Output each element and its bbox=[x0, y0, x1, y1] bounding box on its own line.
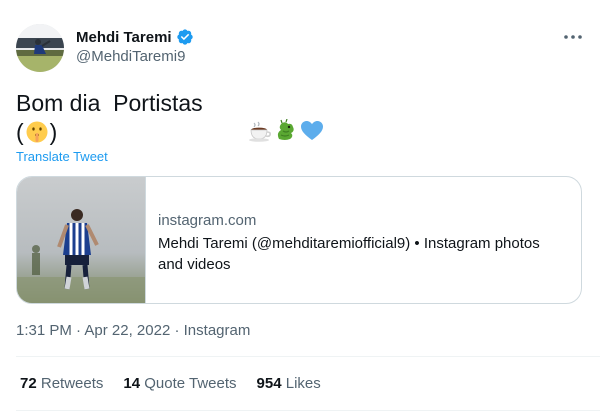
tweet: Mehdi Taremi @MehdiTaremi9 Bom dia Porti… bbox=[0, 0, 616, 413]
author-name-row: Mehdi Taremi bbox=[76, 28, 194, 46]
quote-tweets-count: 14 bbox=[123, 375, 141, 392]
tweet-meta: 1:31 PM · Apr 22, 2022 · Instagram bbox=[16, 322, 250, 339]
tweet-text: Bom dia Portistas bbox=[16, 90, 210, 116]
card-thumbnail bbox=[17, 177, 146, 303]
card-domain: instagram.com bbox=[158, 212, 257, 229]
tweet-source[interactable]: Instagram bbox=[184, 322, 251, 339]
paren-open: ( bbox=[16, 119, 24, 145]
quote-tweets-label: Quote Tweets bbox=[144, 375, 237, 392]
verified-badge-icon bbox=[176, 28, 194, 46]
player-photo-image bbox=[17, 177, 145, 303]
more-options-icon[interactable] bbox=[558, 26, 588, 48]
paren-close: ) bbox=[49, 119, 58, 145]
tweet-stats: 72 Retweets 14 Quote Tweets 954 Likes bbox=[20, 375, 341, 392]
dragon-emoji-icon bbox=[236, 91, 295, 140]
avatar-image bbox=[16, 24, 64, 72]
likes-label: Likes bbox=[285, 375, 321, 392]
divider bbox=[16, 410, 600, 411]
retweets-stat[interactable]: 72 Retweets bbox=[20, 375, 103, 392]
meta-separator: · bbox=[71, 322, 85, 339]
tweet-text-line-2: ( ) bbox=[16, 118, 57, 146]
divider bbox=[16, 356, 600, 357]
shushing-face-emoji-icon bbox=[25, 120, 49, 144]
blue-heart-emoji-icon bbox=[262, 91, 324, 140]
likes-count: 954 bbox=[256, 375, 282, 392]
author-name[interactable]: Mehdi Taremi bbox=[76, 29, 172, 46]
link-preview-card[interactable]: instagram.com Mehdi Taremi (@mehditaremi… bbox=[16, 176, 582, 304]
hot-beverage-emoji-icon bbox=[210, 91, 272, 142]
translate-tweet-link[interactable]: Translate Tweet bbox=[16, 149, 108, 164]
author-handle[interactable]: @MehdiTaremi9 bbox=[76, 48, 185, 65]
tweet-time[interactable]: 1:31 PM bbox=[16, 322, 72, 339]
meta-separator: · bbox=[170, 322, 184, 339]
avatar[interactable] bbox=[16, 24, 64, 72]
tweet-date[interactable]: Apr 22, 2022 bbox=[84, 322, 170, 339]
retweets-count: 72 bbox=[20, 375, 37, 392]
quote-tweets-stat[interactable]: 14 Quote Tweets bbox=[123, 375, 236, 392]
tweet-text-line-1: Bom dia Portistas bbox=[16, 89, 324, 142]
card-title: Mehdi Taremi (@mehditaremiofficial9) • I… bbox=[158, 235, 540, 273]
likes-stat[interactable]: 954 Likes bbox=[257, 375, 321, 392]
retweets-label: Retweets bbox=[40, 375, 104, 392]
